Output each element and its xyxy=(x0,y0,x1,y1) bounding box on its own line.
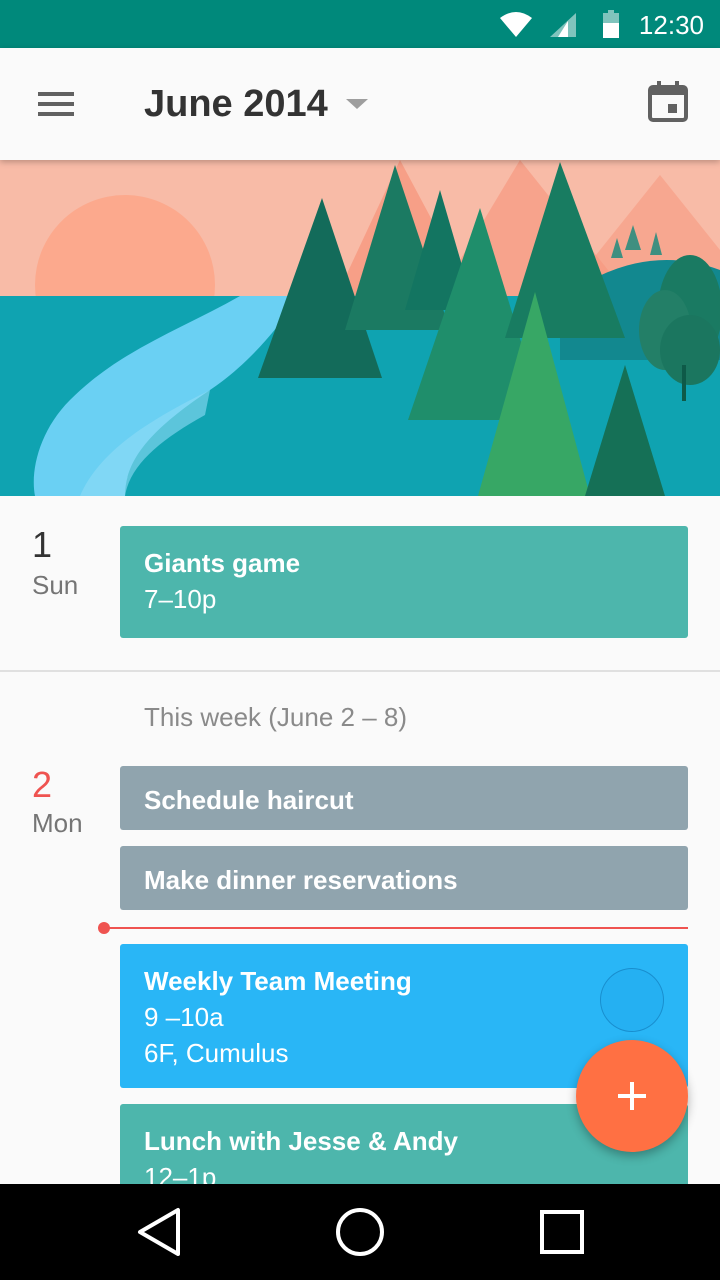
home-button[interactable] xyxy=(324,1202,396,1262)
cell-signal-icon xyxy=(550,13,576,42)
status-bar: 12:30 xyxy=(0,0,720,48)
caret-down-icon xyxy=(345,99,368,109)
event-card[interactable]: Schedule haircut xyxy=(120,766,688,830)
menu-button[interactable] xyxy=(24,80,88,128)
ripple-circle xyxy=(600,968,664,1032)
battery-icon xyxy=(603,10,619,43)
day-number: 1 xyxy=(32,524,53,565)
event-title: Schedule haircut xyxy=(144,785,354,815)
current-time-line xyxy=(104,927,688,929)
day-number: 2 xyxy=(32,764,53,805)
month-header-illustration xyxy=(0,160,720,496)
page-title: June 2014 xyxy=(144,82,328,125)
recents-icon xyxy=(540,1210,584,1254)
event-card[interactable]: Make dinner reservations xyxy=(120,846,688,910)
section-divider xyxy=(0,670,720,672)
plus-icon xyxy=(618,1082,646,1110)
app-bar: June 2014 xyxy=(0,48,720,160)
event-card[interactable]: Giants game 7–10p xyxy=(120,526,688,638)
event-time: 7–10p xyxy=(144,584,217,614)
status-time: 12:30 xyxy=(638,10,704,40)
event-time: 12–1p xyxy=(144,1162,217,1184)
event-title: Giants game xyxy=(144,548,301,578)
hamburger-menu-icon xyxy=(38,92,74,116)
day-name: Sun xyxy=(32,570,79,600)
navigation-bar xyxy=(0,1184,720,1280)
day-name: Mon xyxy=(32,808,83,838)
event-title: Make dinner reservations xyxy=(144,865,458,895)
today-button[interactable] xyxy=(644,78,692,126)
create-event-button[interactable] xyxy=(576,1040,688,1152)
event-title: Weekly Team Meeting xyxy=(144,966,412,996)
wifi-icon xyxy=(500,12,532,43)
event-title: Lunch with Jesse & Andy xyxy=(144,1126,458,1156)
event-location: 6F, Cumulus xyxy=(144,1038,289,1068)
back-icon xyxy=(138,1208,180,1256)
week-label: This week (June 2 – 8) xyxy=(144,702,408,732)
calendar-today-icon xyxy=(648,81,688,122)
home-icon xyxy=(336,1208,384,1256)
month-selector[interactable]: June 2014 xyxy=(144,78,368,130)
recents-button[interactable] xyxy=(526,1202,598,1262)
event-time: 9 –10a xyxy=(144,1002,224,1032)
back-button[interactable] xyxy=(124,1202,196,1262)
